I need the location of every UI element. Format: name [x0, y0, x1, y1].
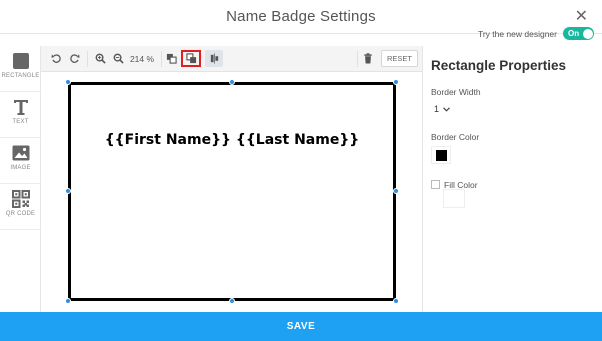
undo-button[interactable] — [49, 50, 63, 67]
fill-color-picker[interactable] — [443, 189, 465, 208]
design-canvas[interactable]: {{First Name}} {{Last Name}} — [41, 72, 422, 312]
zoom-in-button[interactable] — [93, 50, 107, 67]
editor-toolbar: 214 % RESET — [41, 46, 422, 72]
badge-name-field[interactable]: {{First Name}} {{Last Name}} — [71, 132, 393, 148]
save-button[interactable]: SAVE — [0, 312, 602, 341]
border-width-label: Border Width — [431, 87, 481, 97]
redo-button[interactable] — [67, 50, 81, 67]
toggle-state-label: On — [568, 28, 580, 38]
bring-forward-button[interactable] — [164, 50, 178, 67]
palette-item-label: RECTANGLE — [1, 73, 40, 79]
qr-code-icon — [11, 190, 30, 208]
redo-icon — [69, 54, 80, 63]
zoom-value: 214 % — [129, 53, 155, 64]
zoom-out-button[interactable] — [111, 50, 125, 67]
resize-handle-bottom[interactable] — [229, 298, 235, 304]
reset-button[interactable]: RESET — [381, 50, 419, 67]
highlight-box — [181, 50, 201, 67]
badge-rectangle[interactable]: {{First Name}} {{Last Name}} — [68, 82, 396, 301]
resize-handle-top-right[interactable] — [393, 79, 399, 85]
toolbar-divider — [161, 51, 162, 67]
rectangle-icon — [12, 53, 29, 69]
properties-panel: Rectangle Properties Border Width 1 Bord… — [422, 46, 602, 312]
palette-item-label: TEXT — [12, 119, 29, 125]
dialog-title: Name Badge Settings — [226, 8, 376, 25]
palette-item-label: IMAGE — [10, 165, 31, 171]
new-designer-option: Try the new designer On — [478, 27, 594, 40]
palette-item-text[interactable]: TEXT — [0, 92, 41, 138]
resize-handle-right[interactable] — [393, 188, 399, 194]
border-color-label: Border Color — [431, 132, 480, 142]
element-palette: RECTANGLE TEXT IMAGE QR CODE — [0, 46, 41, 312]
resize-handle-top[interactable] — [229, 79, 235, 85]
toolbar-divider — [87, 51, 88, 67]
resize-handle-top-left[interactable] — [65, 79, 71, 85]
align-button[interactable] — [205, 50, 223, 67]
border-color-picker[interactable] — [431, 146, 451, 164]
chevron-down-icon — [443, 106, 450, 112]
delete-button[interactable] — [361, 50, 375, 67]
toggle-knob — [582, 28, 593, 39]
align-center-icon — [210, 53, 218, 64]
border-width-value: 1 — [434, 104, 440, 114]
border-width-select[interactable]: 1 — [431, 102, 459, 116]
fill-color-checkbox[interactable] — [431, 180, 440, 189]
properties-title: Rectangle Properties — [431, 58, 567, 73]
border-color-swatch — [436, 150, 447, 161]
palette-item-image[interactable]: IMAGE — [0, 138, 41, 184]
text-icon — [13, 100, 28, 115]
undo-icon — [50, 54, 61, 63]
zoom-in-icon — [95, 53, 106, 64]
resize-handle-left[interactable] — [65, 188, 71, 194]
palette-item-rectangle[interactable]: RECTANGLE — [0, 46, 41, 92]
toolbar-divider — [357, 51, 358, 67]
resize-handle-bottom-right[interactable] — [393, 298, 399, 304]
close-icon[interactable]: ✕ — [575, 6, 588, 26]
trash-icon — [364, 53, 372, 64]
zoom-out-icon — [113, 53, 124, 64]
image-icon — [12, 145, 29, 161]
zoom-level: 214 % — [127, 50, 157, 67]
palette-item-qr-code[interactable]: QR CODE — [0, 184, 41, 230]
bring-forward-icon — [166, 53, 177, 64]
new-designer-toggle[interactable]: On — [563, 27, 594, 40]
resize-handle-bottom-left[interactable] — [65, 298, 71, 304]
palette-item-label: QR CODE — [5, 211, 36, 217]
new-designer-label: Try the new designer — [477, 28, 557, 39]
